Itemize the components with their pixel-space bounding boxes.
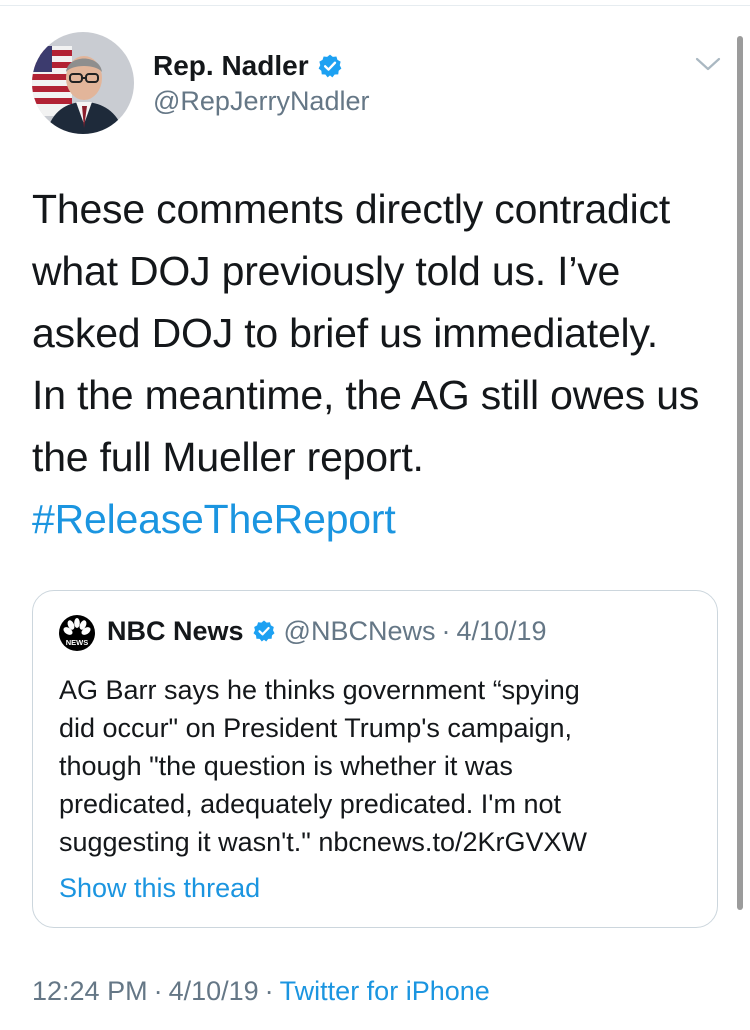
quoted-tweet-date[interactable]: 4/10/19 (456, 616, 546, 647)
quoted-text-line: though "the question is whether it was (59, 751, 513, 781)
tweet-source-link[interactable]: Twitter for iPhone (280, 976, 490, 1006)
top-divider (0, 0, 750, 6)
quoted-text-line: predicated, adequately predicated. I'm n… (59, 789, 561, 819)
author-name[interactable]: Rep. Nadler (153, 50, 309, 82)
avatar-image (32, 32, 134, 134)
tweet-meta: 12:24 PM · 4/10/19 · Twitter for iPhone (32, 976, 490, 1007)
nbc-news-logo: NEWS (59, 615, 95, 651)
scrollbar[interactable] (737, 36, 743, 910)
hashtag-link[interactable]: #ReleaseTheReport (32, 488, 722, 550)
verified-badge-icon (317, 53, 343, 79)
quoted-tweet-text: AG Barr says he thinks government “spyin… (59, 671, 699, 861)
quoted-text-line: AG Barr says he thinks government “spyin… (59, 675, 580, 705)
author-avatar[interactable] (32, 32, 134, 134)
separator-dot: · (441, 615, 451, 646)
tweet-text-line: These comments directly contradict (32, 186, 671, 232)
chevron-down-icon[interactable] (694, 54, 722, 74)
quoted-author-name[interactable]: NBC News (107, 616, 244, 647)
verified-badge-icon (252, 619, 276, 643)
author-name-row: Rep. Nadler (153, 48, 343, 84)
quoted-tweet-header: NBC News @NBCNews · 4/10/19 (107, 613, 547, 649)
nbc-logo-text: NEWS (66, 638, 89, 647)
tweet-text-line: what DOJ previously told us. I’ve (32, 248, 621, 294)
author-handle[interactable]: @RepJerryNadler (153, 86, 369, 117)
tweet-time[interactable]: 12:24 PM (32, 976, 148, 1006)
tweet-text-line: asked DOJ to brief us immediately. (32, 310, 658, 356)
tweet-date[interactable]: 4/10/19 (169, 976, 259, 1006)
separator-dot: · (153, 976, 163, 1006)
tweet-text: These comments directly contradict what … (32, 178, 722, 550)
tweet-text-line: the full Mueller report. (32, 434, 424, 480)
quoted-author-handle[interactable]: @NBCNews (284, 616, 436, 647)
separator-dot: · (264, 976, 274, 1006)
tweet-text-line: In the meantime, the AG still owes us (32, 372, 700, 418)
quoted-tweet-card[interactable]: NEWS NBC News @NBCNews · 4/10/19 AG Barr… (32, 590, 718, 928)
show-thread-link[interactable]: Show this thread (59, 873, 260, 904)
quoted-text-line: did occur" on President Trump's campaign… (59, 713, 572, 743)
quoted-text-line: suggesting it wasn't." nbcnews.to/2KrGVX… (59, 827, 587, 857)
